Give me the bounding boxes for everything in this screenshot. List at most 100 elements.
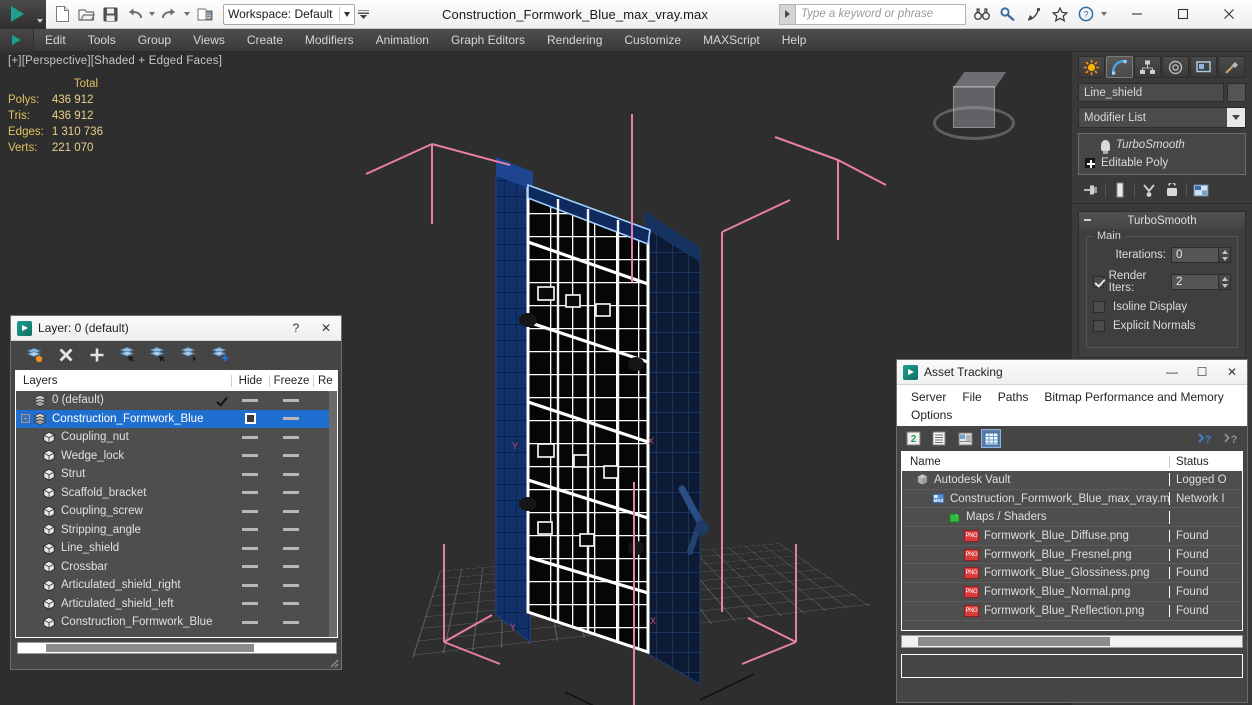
- layer-row[interactable]: Articulated_shield_right: [16, 576, 337, 595]
- layer-column-layers[interactable]: Layers: [16, 375, 231, 387]
- star-icon[interactable]: [1048, 2, 1072, 26]
- layer-freeze-dash[interactable]: [283, 417, 299, 421]
- layer-freeze-cell[interactable]: [269, 417, 313, 421]
- asset-menu-server[interactable]: Server: [903, 390, 954, 404]
- render-iters-spinner-arrows[interactable]: [1219, 274, 1231, 290]
- layer-hide-dash[interactable]: [242, 509, 258, 513]
- menu-item-create[interactable]: Create: [236, 29, 294, 52]
- refresh-icon[interactable]: 2: [903, 429, 923, 448]
- layer-hide-cell[interactable]: [231, 472, 269, 476]
- modifier-list-dropdown[interactable]: Modifier List: [1078, 107, 1246, 128]
- help-icon[interactable]: ?: [1074, 2, 1098, 26]
- layer-list[interactable]: Layers Hide Freeze Re 0 (default) - Constr…: [15, 370, 338, 638]
- make-unique-icon[interactable]: [1140, 181, 1158, 199]
- satellite-icon[interactable]: [1022, 2, 1046, 26]
- layer-row[interactable]: Strut: [16, 465, 337, 484]
- layer-freeze-cell[interactable]: [269, 602, 313, 606]
- layer-name-cell[interactable]: Scaffold_bracket: [16, 486, 231, 499]
- asset-row[interactable]: MAX Construction_Formwork_Blue_max_vray.m…: [902, 490, 1242, 509]
- explicit-normals-checkbox[interactable]: [1093, 320, 1105, 332]
- layer-expander-icon[interactable]: -: [21, 414, 30, 424]
- turbosmooth-rollup-header[interactable]: TurboSmooth: [1079, 212, 1245, 229]
- layer-row[interactable]: Articulated_shield_left: [16, 595, 337, 614]
- binoculars-icon[interactable]: [970, 2, 994, 26]
- layer-dialog-help-button[interactable]: ?: [281, 316, 311, 341]
- layer-column-hide[interactable]: Hide: [231, 375, 269, 387]
- chevron-down-icon[interactable]: [1227, 108, 1245, 127]
- remove-modifier-icon[interactable]: [1163, 181, 1181, 199]
- asset-list-horizontal-scrollbar[interactable]: [901, 635, 1243, 648]
- menu-item-tools[interactable]: Tools: [77, 29, 127, 52]
- layer-hide-dash[interactable]: [242, 491, 258, 495]
- asset-menu-options[interactable]: Options: [903, 408, 960, 422]
- asset-list[interactable]: Name Status Autodesk Vault Logged O MAX Con…: [901, 451, 1243, 631]
- layer-name-cell[interactable]: Articulated_shield_right: [16, 579, 231, 592]
- layer-list-horizontal-scrollbar[interactable]: [17, 642, 337, 654]
- layer-dialog-titlebar[interactable]: Layer: 0 (default) ? ✕: [11, 316, 341, 341]
- asset-menu-file[interactable]: File: [954, 390, 989, 404]
- layer-row[interactable]: Stripping_angle: [16, 521, 337, 540]
- layer-name-cell[interactable]: Construction_Formwork_Blue: [16, 616, 231, 629]
- layer-name-cell[interactable]: Articulated_shield_left: [16, 597, 231, 610]
- asset-name-cell[interactable]: PNG Formwork_Blue_Diffuse.png: [902, 529, 1170, 542]
- view-cube-front-face[interactable]: [953, 86, 995, 128]
- layer-row[interactable]: Crossbar: [16, 558, 337, 577]
- asset-name-cell[interactable]: Maps / Shaders: [902, 510, 1170, 524]
- layer-freeze-cell[interactable]: [269, 472, 313, 476]
- layer-dialog-resize-grip[interactable]: [327, 656, 339, 668]
- layer-hide-cell[interactable]: [231, 491, 269, 495]
- layer-freeze-cell[interactable]: [269, 620, 313, 624]
- collapse-icon[interactable]: [1084, 219, 1091, 221]
- layer-freeze-cell[interactable]: [269, 565, 313, 569]
- object-name-field[interactable]: Line_shield: [1078, 83, 1224, 102]
- layer-freeze-dash[interactable]: [283, 398, 299, 402]
- project-folder-icon[interactable]: [194, 4, 215, 25]
- layer-hide-cell[interactable]: [231, 509, 269, 513]
- search-input[interactable]: Type a keyword or phrase: [796, 3, 966, 25]
- menu-item-rendering[interactable]: Rendering: [536, 29, 613, 52]
- layer-hide-dash[interactable]: [242, 454, 258, 458]
- search-expand-button[interactable]: [779, 3, 796, 25]
- asset-tracking-dialog[interactable]: Asset Tracking — ☐ ✕ Server File Paths B…: [896, 359, 1248, 703]
- layer-hide-cell[interactable]: [231, 398, 269, 402]
- layer-hide-cell[interactable]: [231, 620, 269, 624]
- add-selection-to-new-layer-icon[interactable]: [87, 345, 106, 364]
- modify-tab[interactable]: [1106, 56, 1133, 78]
- layer-row[interactable]: 0 (default): [16, 391, 337, 410]
- layer-freeze-dash[interactable]: [283, 565, 299, 569]
- view-cube[interactable]: [929, 70, 1019, 160]
- asset-dialog-minimize-button[interactable]: —: [1157, 360, 1187, 385]
- highlight-selected-objects-layers-icon[interactable]: [180, 345, 199, 364]
- hierarchy-tab[interactable]: [1134, 56, 1161, 78]
- layer-freeze-cell[interactable]: [269, 435, 313, 439]
- thumbnail-view-icon[interactable]: [955, 429, 975, 448]
- asset-dialog-close-button[interactable]: ✕: [1217, 360, 1247, 385]
- layer-row[interactable]: Coupling_screw: [16, 502, 337, 521]
- layer-freeze-cell[interactable]: [269, 398, 313, 402]
- layer-explorer-dialog[interactable]: Layer: 0 (default) ? ✕ Layers Hide Freez…: [10, 315, 342, 670]
- menu-item-edit[interactable]: Edit: [34, 29, 77, 52]
- render-iters-checkbox[interactable]: [1093, 276, 1104, 288]
- asset-name-cell[interactable]: PNG Formwork_Blue_Reflection.png: [902, 604, 1170, 617]
- layer-hide-dash[interactable]: [242, 583, 258, 587]
- layer-name-cell[interactable]: Coupling_screw: [16, 505, 231, 518]
- layer-hide-dash[interactable]: [242, 528, 258, 532]
- modifier-stack-item-turbosmooth[interactable]: TurboSmooth: [1079, 136, 1245, 154]
- select-highlighted-layers-objects-icon[interactable]: [149, 345, 168, 364]
- layer-hide-checkbox[interactable]: [244, 413, 256, 425]
- help-dropdown-caret[interactable]: [1101, 12, 1107, 16]
- object-color-swatch[interactable]: [1227, 83, 1246, 102]
- workspace-caret-icon[interactable]: [344, 11, 350, 17]
- layer-name-cell[interactable]: 0 (default): [16, 394, 231, 407]
- layer-freeze-dash[interactable]: [283, 528, 299, 532]
- layer-freeze-dash[interactable]: [283, 620, 299, 624]
- layer-row[interactable]: Wedge_lock: [16, 447, 337, 466]
- plus-box-icon[interactable]: [1085, 158, 1095, 168]
- asset-row[interactable]: PNG Formwork_Blue_Fresnel.png Found: [902, 546, 1242, 565]
- context-help-icon[interactable]: ?: [1221, 429, 1241, 448]
- layer-row[interactable]: Line_shield: [16, 539, 337, 558]
- asset-name-cell[interactable]: PNG Formwork_Blue_Glossiness.png: [902, 567, 1170, 580]
- asset-menu-bitmap-performance[interactable]: Bitmap Performance and Memory: [1036, 390, 1231, 404]
- configure-modifier-sets-icon[interactable]: [1192, 181, 1210, 199]
- layer-hide-dash[interactable]: [242, 472, 258, 476]
